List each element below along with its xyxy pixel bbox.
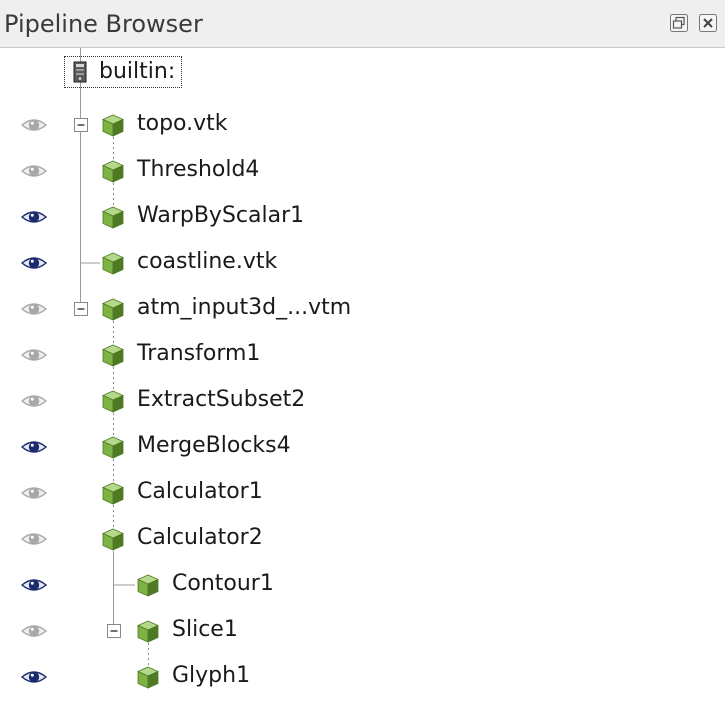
pipeline-item-label: Contour1 bbox=[172, 571, 274, 596]
pipeline-source-icon bbox=[100, 158, 126, 184]
eye-hidden-icon[interactable] bbox=[20, 344, 48, 366]
pipeline-item[interactable]: atm_input3d_...vtm bbox=[0, 286, 725, 332]
pipeline-source-icon bbox=[100, 112, 126, 138]
pipeline-item-label: Calculator2 bbox=[137, 525, 263, 550]
float-icon bbox=[670, 14, 688, 32]
eye-hidden-icon[interactable] bbox=[20, 620, 48, 642]
eye-visible-icon[interactable] bbox=[20, 574, 48, 596]
pipeline-item-label: ExtractSubset2 bbox=[137, 387, 306, 412]
eye-visible-icon[interactable] bbox=[20, 436, 48, 458]
pipeline-item-label: MergeBlocks4 bbox=[137, 433, 291, 458]
server-item[interactable]: builtin: bbox=[64, 56, 183, 88]
eye-hidden-icon[interactable] bbox=[20, 298, 48, 320]
pipeline-source-icon bbox=[100, 342, 126, 368]
pipeline-item[interactable]: WarpByScalar1 bbox=[0, 194, 725, 240]
pipeline-item-label: atm_input3d_...vtm bbox=[137, 295, 352, 320]
eye-hidden-icon[interactable] bbox=[20, 390, 48, 412]
pipeline-item[interactable]: Calculator2 bbox=[0, 516, 725, 562]
pipeline-item-label: Glyph1 bbox=[172, 663, 251, 688]
pipeline-source-icon bbox=[100, 388, 126, 414]
pipeline-item-label: Slice1 bbox=[172, 617, 238, 642]
eye-visible-icon[interactable] bbox=[20, 252, 48, 274]
pipeline-item-label: WarpByScalar1 bbox=[137, 203, 305, 228]
eye-hidden-icon[interactable] bbox=[20, 114, 48, 136]
pipeline-item-label: Transform1 bbox=[137, 341, 261, 366]
pipeline-item[interactable]: Contour1 bbox=[0, 562, 725, 608]
eye-hidden-icon[interactable] bbox=[20, 528, 48, 550]
pipeline-source-icon bbox=[100, 434, 126, 460]
pipeline-item-label: Calculator1 bbox=[137, 479, 263, 504]
collapse-toggle-icon[interactable] bbox=[107, 624, 121, 638]
collapse-toggle-icon[interactable] bbox=[74, 118, 88, 132]
pipeline-item[interactable]: Calculator1 bbox=[0, 470, 725, 516]
close-icon bbox=[699, 14, 717, 32]
panel-title: Pipeline Browser bbox=[4, 10, 203, 38]
eye-visible-icon[interactable] bbox=[20, 666, 48, 688]
pipeline-source-icon bbox=[135, 618, 161, 644]
eye-visible-icon[interactable] bbox=[20, 206, 48, 228]
server-icon bbox=[73, 61, 87, 83]
pipeline-source-icon bbox=[100, 250, 126, 276]
pipeline-item[interactable]: topo.vtk bbox=[0, 102, 725, 148]
pipeline-item-label: coastline.vtk bbox=[137, 249, 278, 274]
pipeline-source-icon bbox=[100, 480, 126, 506]
pipeline-item[interactable]: Threshold4 bbox=[0, 148, 725, 194]
eye-hidden-icon[interactable] bbox=[20, 482, 48, 504]
pipeline-item[interactable]: Glyph1 bbox=[0, 654, 725, 700]
panel-titlebar: Pipeline Browser bbox=[0, 0, 725, 48]
server-label: builtin: bbox=[99, 59, 176, 84]
eye-hidden-icon[interactable] bbox=[20, 160, 48, 182]
pipeline-source-icon bbox=[100, 296, 126, 322]
pipeline-item[interactable]: MergeBlocks4 bbox=[0, 424, 725, 470]
pipeline-item[interactable]: Transform1 bbox=[0, 332, 725, 378]
float-button[interactable] bbox=[668, 12, 690, 34]
pipeline-item[interactable]: Slice1 bbox=[0, 608, 725, 654]
collapse-toggle-icon[interactable] bbox=[74, 302, 88, 316]
server-row: builtin: bbox=[0, 48, 725, 94]
pipeline-tree: builtin: topo.vtk Threshold4 WarpByScalar1… bbox=[0, 48, 725, 709]
pipeline-item[interactable]: coastline.vtk bbox=[0, 240, 725, 286]
pipeline-source-icon bbox=[100, 526, 126, 552]
pipeline-item-label: topo.vtk bbox=[137, 111, 228, 136]
pipeline-source-icon bbox=[100, 204, 126, 230]
pipeline-item-label: Threshold4 bbox=[137, 157, 260, 182]
close-button[interactable] bbox=[697, 12, 719, 34]
pipeline-source-icon bbox=[135, 572, 161, 598]
pipeline-item[interactable]: ExtractSubset2 bbox=[0, 378, 725, 424]
pipeline-source-icon bbox=[135, 664, 161, 690]
